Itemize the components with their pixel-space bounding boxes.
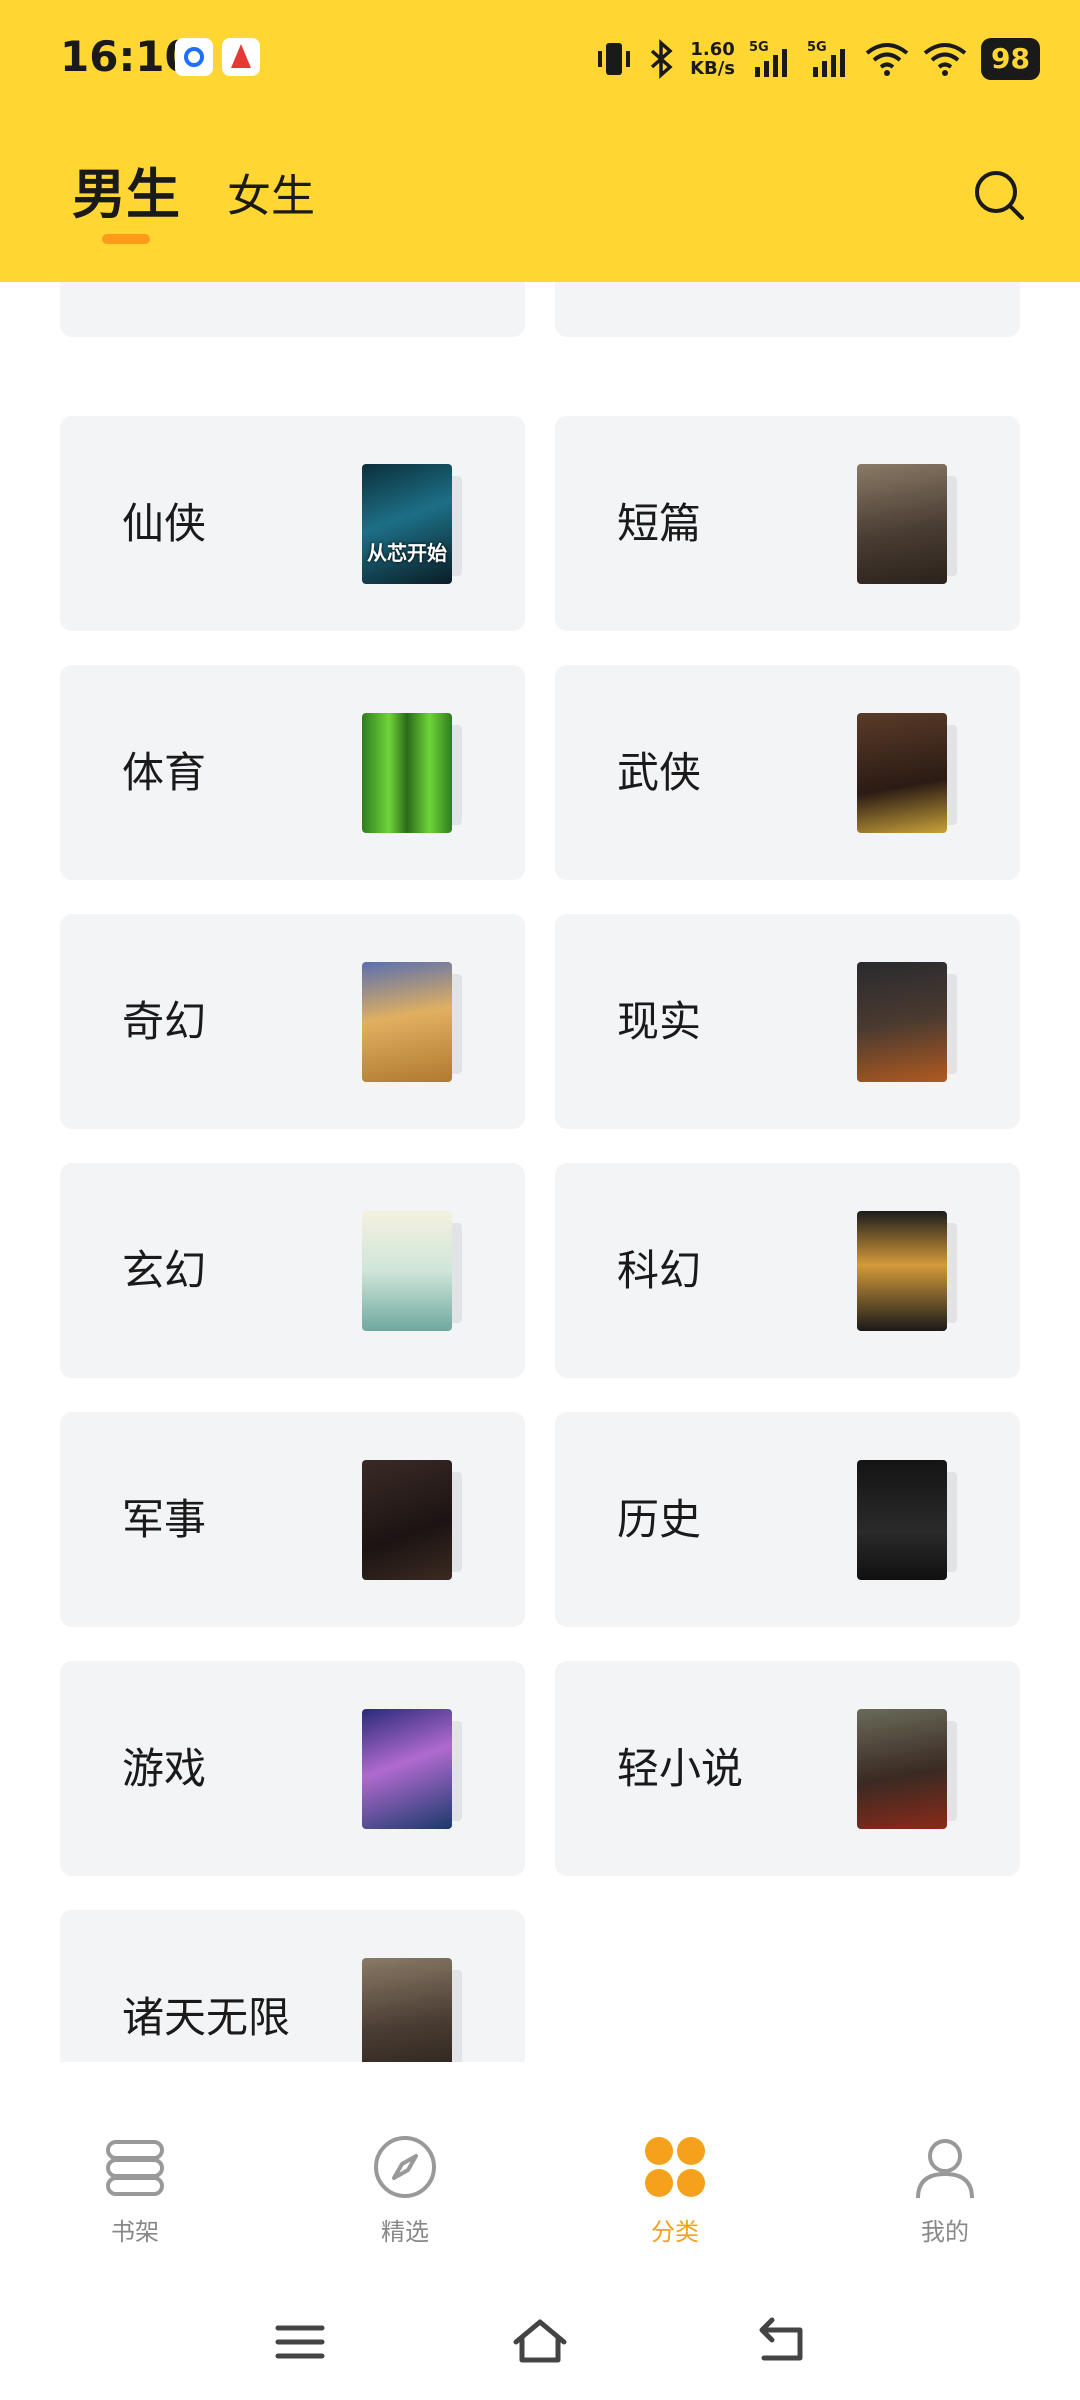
category-label: 现实 bbox=[617, 997, 702, 1046]
category-icon bbox=[645, 2137, 705, 2197]
category-card[interactable]: 诸天无限 bbox=[60, 1910, 525, 2062]
category-card[interactable]: 现实 bbox=[555, 914, 1020, 1129]
category-label: 武侠 bbox=[617, 748, 702, 797]
category-card[interactable]: 奇幻 bbox=[60, 914, 525, 1129]
category-card[interactable]: 武侠 bbox=[555, 665, 1020, 880]
nav-label: 书架 bbox=[111, 2218, 159, 2246]
category-card[interactable]: 玄幻 bbox=[60, 1163, 525, 1378]
book-cover: 从芯开始 bbox=[362, 464, 462, 586]
category-card[interactable]: 仙侠 从芯开始 bbox=[60, 416, 525, 631]
nav-label: 精选 bbox=[381, 2218, 429, 2246]
bottom-navigation: 书架 精选 分类 我的 bbox=[0, 2062, 1080, 2292]
book-cover bbox=[362, 962, 462, 1084]
category-card-partial[interactable] bbox=[555, 282, 1020, 337]
book-cover bbox=[857, 464, 957, 586]
book-cover bbox=[857, 713, 957, 835]
category-card[interactable]: 军事 bbox=[60, 1412, 525, 1627]
menu-button[interactable] bbox=[270, 2312, 330, 2372]
status-bar: 16:10 1.60 KB/s 5G 5G 98 bbox=[0, 0, 1080, 120]
top-header: 16:10 1.60 KB/s 5G 5G 98 男生 女生 bbox=[0, 0, 1080, 282]
search-button[interactable] bbox=[972, 168, 1028, 224]
signal-icon-sim1: 5G bbox=[749, 39, 793, 79]
tab-female[interactable]: 女生 bbox=[227, 160, 315, 224]
notification-app-icon bbox=[222, 38, 260, 76]
category-card[interactable]: 体育 bbox=[60, 665, 525, 880]
battery-indicator: 98 bbox=[981, 38, 1040, 80]
profile-icon bbox=[916, 2139, 974, 2199]
status-time: 16:10 bbox=[60, 32, 194, 81]
svg-text:5G: 5G bbox=[807, 40, 827, 55]
compass-icon bbox=[374, 2136, 436, 2198]
category-card-partial[interactable] bbox=[60, 282, 525, 337]
home-button[interactable] bbox=[510, 2312, 570, 2372]
nav-bookshelf[interactable]: 书架 bbox=[65, 2132, 205, 2272]
bookshelf-icon bbox=[106, 2140, 164, 2196]
signal-icon-sim2: 5G bbox=[807, 39, 851, 79]
category-card[interactable]: 历史 bbox=[555, 1412, 1020, 1627]
book-cover bbox=[857, 1211, 957, 1333]
category-card[interactable]: 轻小说 bbox=[555, 1661, 1020, 1876]
back-icon bbox=[759, 2317, 803, 2361]
wifi-icon bbox=[865, 39, 909, 79]
status-indicators: 1.60 KB/s 5G 5G 98 bbox=[594, 34, 1040, 84]
book-cover bbox=[362, 713, 462, 835]
book-cover bbox=[857, 962, 957, 1084]
category-label: 短篇 bbox=[617, 499, 702, 548]
nav-featured[interactable]: 精选 bbox=[335, 2132, 475, 2272]
book-cover bbox=[362, 1211, 462, 1333]
book-cover bbox=[857, 1709, 957, 1831]
category-label: 奇幻 bbox=[122, 997, 207, 1046]
book-cover bbox=[362, 1958, 462, 2062]
book-cover bbox=[362, 1709, 462, 1831]
nav-label: 我的 bbox=[921, 2218, 969, 2246]
book-cover bbox=[362, 1460, 462, 1582]
back-button[interactable] bbox=[750, 2312, 810, 2372]
system-navigation-bar bbox=[0, 2292, 1080, 2400]
category-grid: 仙侠 从芯开始 短篇 体育 武侠 奇幻 现实 玄幻 科幻 军事 历史 游戏 轻小… bbox=[0, 282, 1080, 2062]
category-label: 诸天无限 bbox=[122, 1993, 291, 2042]
search-icon bbox=[975, 171, 1024, 220]
menu-icon bbox=[275, 2325, 325, 2359]
network-speed: 1.60 KB/s bbox=[690, 39, 736, 79]
category-label: 仙侠 bbox=[122, 499, 207, 548]
tab-male[interactable]: 男生 bbox=[72, 150, 180, 229]
category-label: 游戏 bbox=[122, 1744, 207, 1793]
notification-app-icon bbox=[175, 38, 213, 76]
bluetooth-icon bbox=[648, 39, 676, 79]
nav-category[interactable]: 分类 bbox=[605, 2132, 745, 2272]
svg-text:5G: 5G bbox=[749, 40, 769, 55]
category-card[interactable]: 短篇 bbox=[555, 416, 1020, 631]
category-label: 玄幻 bbox=[122, 1246, 207, 1295]
book-cover bbox=[857, 1460, 957, 1582]
category-label: 体育 bbox=[122, 748, 207, 797]
nav-label: 分类 bbox=[651, 2218, 699, 2246]
nav-profile[interactable]: 我的 bbox=[875, 2132, 1015, 2272]
category-label: 军事 bbox=[122, 1495, 207, 1544]
category-label: 科幻 bbox=[617, 1246, 702, 1295]
category-label: 轻小说 bbox=[617, 1744, 744, 1793]
category-label: 历史 bbox=[617, 1495, 702, 1544]
home-icon bbox=[513, 2319, 567, 2363]
wifi-icon bbox=[923, 39, 967, 79]
active-tab-indicator bbox=[102, 234, 150, 244]
vibrate-icon bbox=[594, 39, 634, 79]
category-card[interactable]: 科幻 bbox=[555, 1163, 1020, 1378]
category-card[interactable]: 游戏 bbox=[60, 1661, 525, 1876]
